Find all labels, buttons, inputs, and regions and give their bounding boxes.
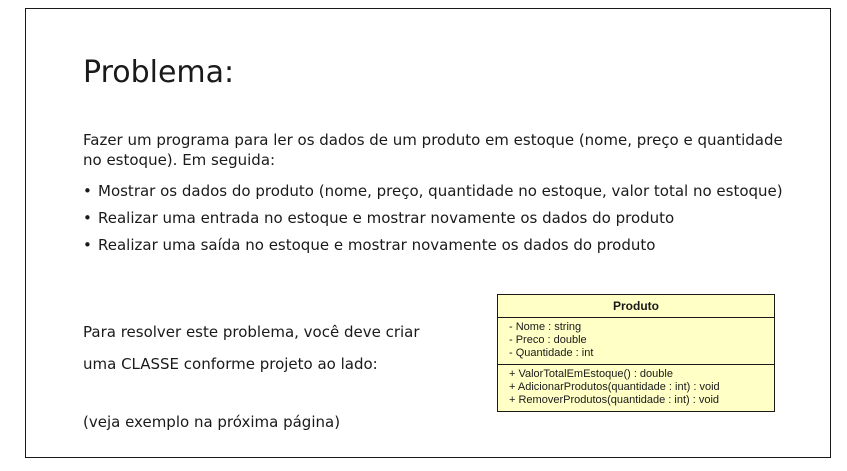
requirements-list: • Mostrar os dados do produto (nome, pre… — [83, 181, 783, 262]
list-item: • Realizar uma entrada no estoque e most… — [83, 208, 783, 228]
uml-method: + RemoverProdutos(quantidade : int) : vo… — [509, 394, 720, 406]
list-item: • Realizar uma saída no estoque e mostra… — [83, 235, 783, 255]
uml-attribute: - Nome : string — [509, 321, 582, 333]
bullet-icon: • — [83, 209, 92, 227]
slide: Problema: Fazer um programa para ler os … — [25, 8, 831, 458]
uml-method: + ValorTotalEmEstoque() : double — [509, 368, 673, 380]
list-item-text: Realizar uma saída no estoque e mostrar … — [98, 236, 656, 254]
uml-class-diagram: Produto - Nome : string - Preco : double… — [497, 294, 775, 412]
list-item-text: Mostrar os dados do produto (nome, preço… — [98, 182, 783, 200]
next-page-note: (veja exemplo na próxima página) — [83, 413, 341, 431]
list-item: • Mostrar os dados do produto (nome, pre… — [83, 181, 783, 201]
uml-methods: + ValorTotalEmEstoque() : double + Adici… — [498, 365, 774, 411]
instruction-line-2: uma CLASSE conforme projeto ao lado: — [83, 355, 378, 373]
instruction-line-1: Para resolver este problema, você deve c… — [83, 323, 420, 341]
bullet-icon: • — [83, 236, 92, 254]
slide-title: Problema: — [83, 55, 235, 90]
bullet-icon: • — [83, 182, 92, 200]
uml-method: + AdicionarProdutos(quantidade : int) : … — [509, 381, 720, 393]
uml-attributes: - Nome : string - Preco : double - Quant… — [498, 318, 774, 365]
uml-class-name: Produto — [498, 295, 774, 318]
uml-attribute: - Preco : double — [509, 334, 587, 346]
uml-attribute: - Quantidade : int — [509, 347, 594, 359]
intro-paragraph: Fazer um programa para ler os dados de u… — [83, 131, 783, 169]
list-item-text: Realizar uma entrada no estoque e mostra… — [98, 209, 675, 227]
